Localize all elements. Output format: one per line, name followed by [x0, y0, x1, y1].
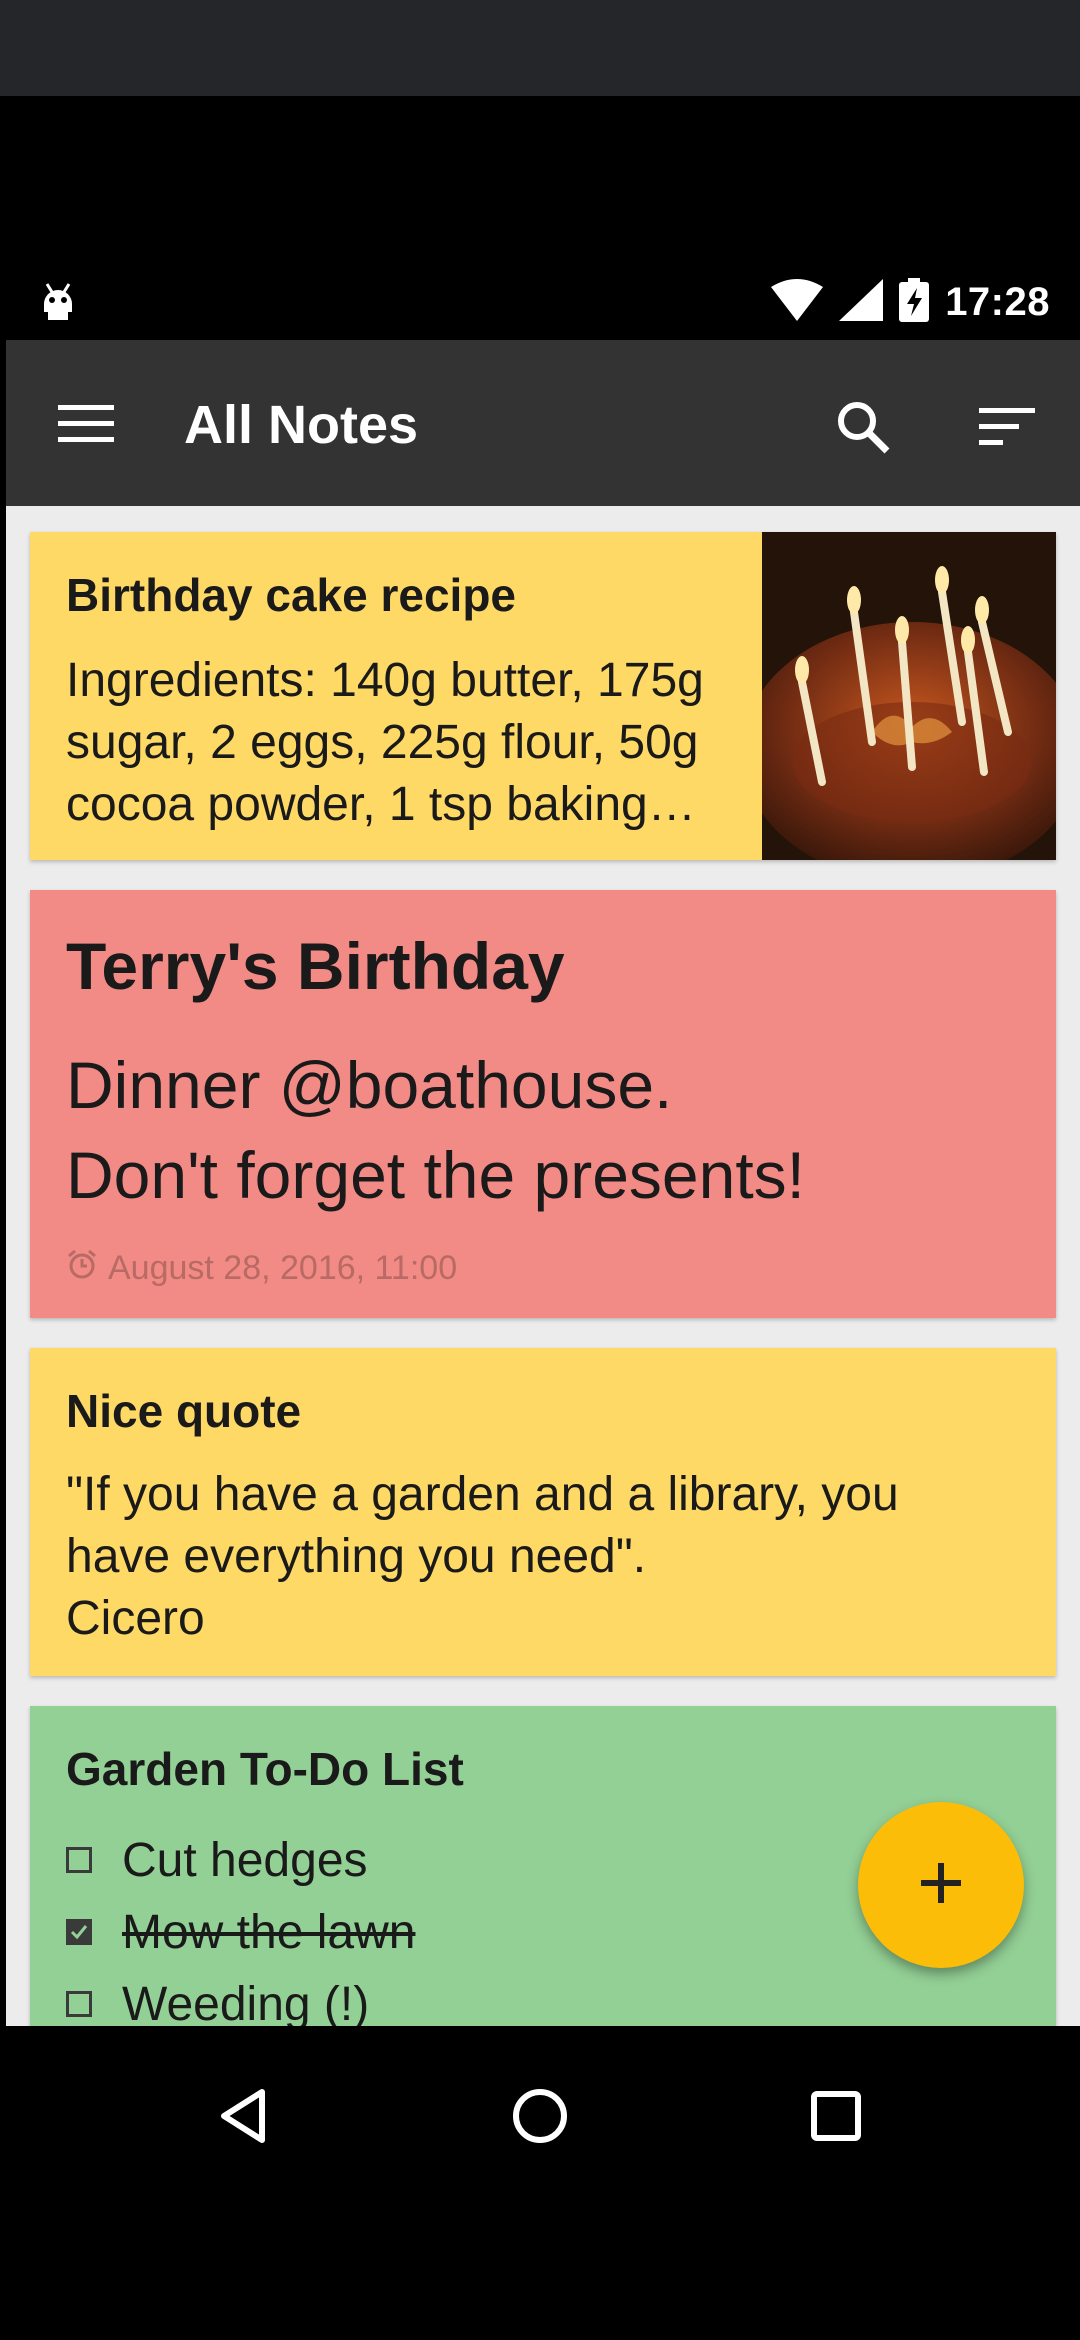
add-note-button[interactable]	[858, 1802, 1024, 1968]
top-strip	[0, 0, 1080, 96]
navigation-bar	[0, 2026, 1080, 2340]
todo-item[interactable]: Mow the lawn	[66, 1896, 415, 1968]
note-card-birthday-cake[interactable]: Birthday cake recipe Ingredients: 140g b…	[30, 532, 1056, 860]
sort-icon[interactable]	[972, 392, 1042, 462]
menu-icon[interactable]	[56, 396, 116, 452]
page-title: All Notes	[184, 395, 419, 455]
todo-item-label: Cut hedges	[122, 1833, 368, 1887]
note-body: Dinner @boathouse. Don't forget the pres…	[66, 1040, 1026, 1220]
reminder: August 28, 2016, 11:00	[66, 1248, 457, 1289]
app-frame: All Notes Birthday cake recipe Ingredien…	[6, 340, 1080, 2026]
note-title: Birthday cake recipe	[66, 569, 517, 621]
todo-item[interactable]: Weeding (!)	[66, 1968, 415, 2026]
notes-list: Birthday cake recipe Ingredients: 140g b…	[30, 532, 1056, 2026]
todo-item[interactable]: Cut hedges	[66, 1824, 415, 1896]
search-icon[interactable]	[828, 392, 898, 462]
todo-item-label: Weeding (!)	[122, 1977, 370, 2027]
checkbox-checked-icon[interactable]	[66, 1919, 92, 1945]
status-time: 17:28	[945, 280, 1050, 324]
note-body-line: Don't forget the presents!	[66, 1138, 806, 1212]
wifi-icon	[771, 279, 824, 326]
note-card-nice-quote[interactable]: Nice quote "If you have a garden and a l…	[30, 1348, 1056, 1676]
signal-icon	[839, 279, 884, 326]
alarm-icon	[66, 1248, 98, 1289]
note-body: Ingredients: 140g butter, 175g sugar, 2 …	[66, 654, 704, 831]
battery-charging-icon	[899, 278, 930, 327]
note-body-line: Cicero	[66, 1592, 205, 1645]
plus-icon	[917, 1859, 965, 1912]
note-title: Nice quote	[66, 1385, 302, 1437]
reminder-datetime: August 28, 2016, 11:00	[108, 1249, 458, 1287]
note-body: "If you have a garden and a library, you…	[66, 1464, 1026, 1650]
birthday-cake-photo	[742, 532, 1056, 860]
note-title: Terry's Birthday	[66, 929, 565, 1003]
back-icon[interactable]	[194, 2066, 294, 2166]
checkbox-unchecked-icon[interactable]	[66, 1847, 92, 1873]
note-body-line: "If you have a garden and a library, you	[66, 1468, 899, 1521]
todo-list: Cut hedges Mow the lawn Weeding (!)	[66, 1824, 415, 2026]
note-card-terrys-birthday[interactable]: Terry's Birthday Dinner @boathouse. Don'…	[30, 890, 1056, 1318]
home-icon[interactable]	[490, 2066, 590, 2166]
recents-icon[interactable]	[786, 2066, 886, 2166]
note-body-line: Dinner @boathouse.	[66, 1048, 673, 1122]
note-title: Garden To-Do List	[66, 1743, 464, 1795]
status-icons: 17:28	[771, 278, 1050, 327]
note-body-line: have everything you need".	[66, 1530, 647, 1583]
app-toolbar: All Notes	[6, 340, 1080, 506]
android-icon	[38, 280, 78, 333]
todo-item-label: Mow the lawn	[122, 1905, 416, 1959]
checkbox-unchecked-icon[interactable]	[66, 1991, 92, 2017]
